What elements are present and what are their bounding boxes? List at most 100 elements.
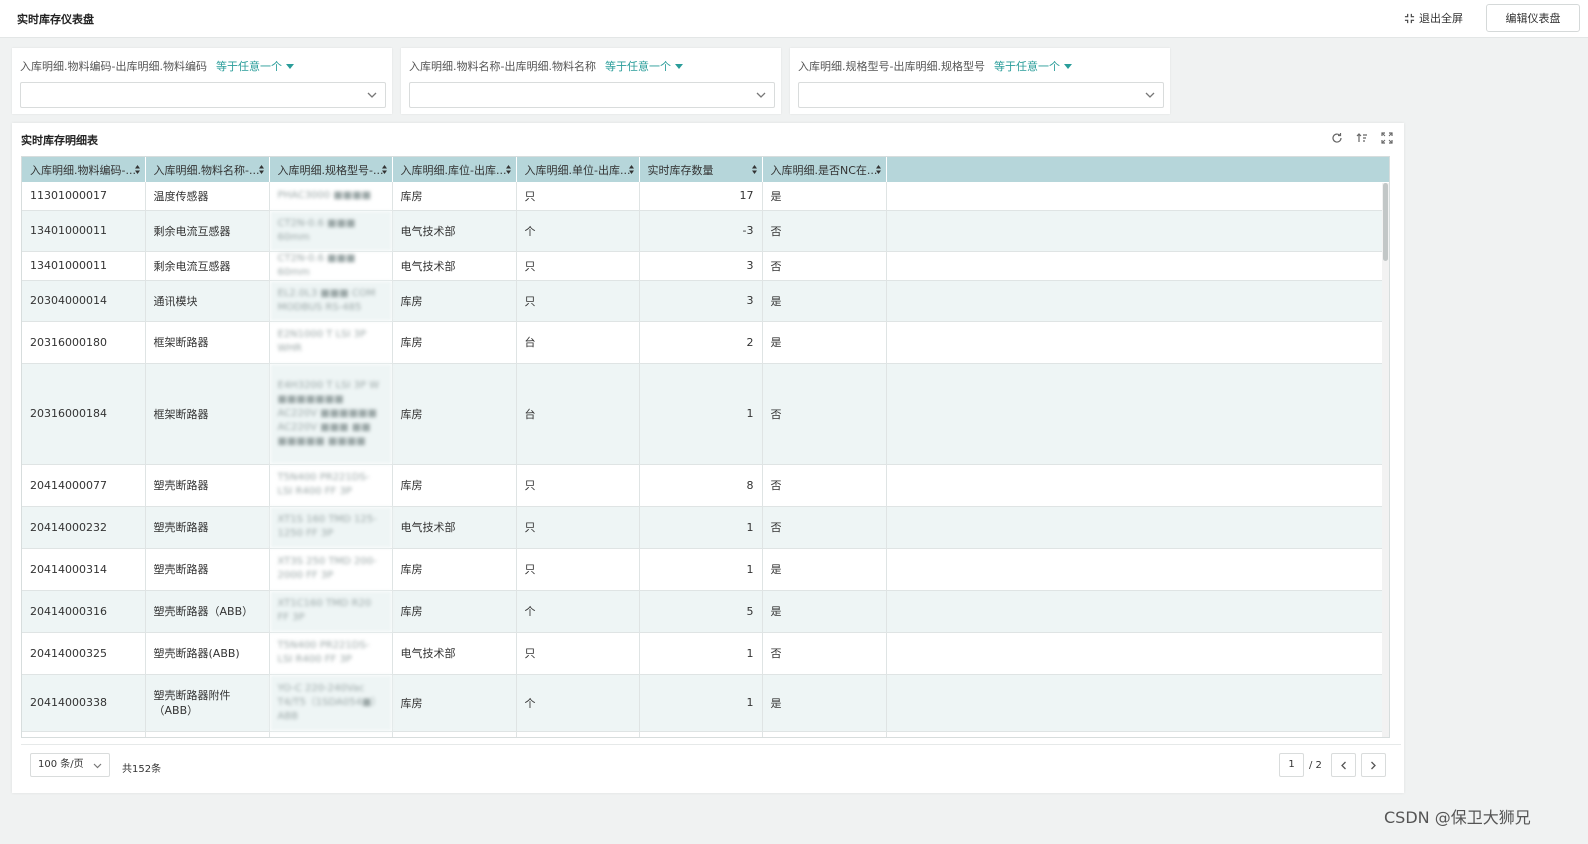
cell-quantity: 8 bbox=[639, 464, 763, 507]
cell-nc: 是 bbox=[762, 182, 887, 211]
sort-icon bbox=[381, 165, 387, 174]
cell-code: 20414000077 bbox=[22, 464, 146, 507]
column-header-unit[interactable]: 入库明细.单位-出库... bbox=[516, 157, 640, 182]
cell-nc: 否 bbox=[762, 506, 887, 549]
cell-code bbox=[22, 731, 146, 737]
table-row[interactable]: 11301000017 温度传感器 PHAC3000 ■■■■ 库房 只 17 … bbox=[22, 182, 1389, 211]
cell-nc: 是 bbox=[762, 548, 887, 591]
refresh-icon[interactable] bbox=[1331, 132, 1343, 144]
cell-location: 库房 bbox=[392, 548, 517, 591]
cell-spec: E4H3200 T LSI 3P W ■■■■■■■ AC220V ■■■■■■… bbox=[269, 363, 393, 465]
filter-select-spec-model[interactable] bbox=[798, 82, 1164, 108]
page-size-select[interactable]: 100 条/页 bbox=[30, 753, 110, 777]
cell-unit: 只 bbox=[516, 464, 640, 507]
cell-spec: EL2.0L3 ■■■ COM MODBUS RS-485 bbox=[269, 280, 393, 322]
filter-select-material-code[interactable] bbox=[20, 82, 386, 108]
total-count: 共152条 bbox=[122, 764, 162, 775]
prev-page-button[interactable] bbox=[1331, 753, 1356, 777]
cell-name: 框架断路器 bbox=[145, 321, 270, 364]
filter-operator-dropdown[interactable]: 等于任意一个 bbox=[994, 60, 1072, 73]
next-page-button[interactable] bbox=[1361, 753, 1386, 777]
cell-code: 13401000011 bbox=[22, 251, 146, 281]
cell-quantity: 17 bbox=[639, 182, 763, 211]
table-row[interactable]: 20414000314 塑壳断路器 XT3S 250 TMD 200-2000 … bbox=[22, 548, 1389, 591]
column-header-quantity[interactable]: 实时库存数量 bbox=[639, 157, 763, 182]
cell-location: 库房 bbox=[392, 590, 517, 633]
column-header-material-code[interactable]: 入库明细.物料编码-... bbox=[22, 157, 146, 182]
column-header-spec-model[interactable]: 入库明细.规格型号-... bbox=[269, 157, 393, 182]
cell-name: 塑壳断路器附件（ABB） bbox=[145, 674, 270, 732]
cell-location: 库房 bbox=[392, 674, 517, 732]
table-row[interactable]: 13401000011 剩余电流互感器 CT2N-0.6 ■■■ 60mm 电气… bbox=[22, 210, 1389, 252]
filter-select-material-name[interactable] bbox=[409, 82, 775, 108]
caret-down-icon bbox=[1063, 64, 1072, 69]
cell-unit: 台 bbox=[516, 321, 640, 364]
table-row[interactable]: 20414000077 塑壳断路器 T5N400 PR221DS-LSI R40… bbox=[22, 464, 1389, 507]
table-row[interactable]: 20304000014 通讯模块 EL2.0L3 ■■■ COM MODBUS … bbox=[22, 280, 1389, 322]
filter-operator-dropdown[interactable]: 等于任意一个 bbox=[605, 60, 683, 73]
table-row[interactable] bbox=[22, 731, 1389, 737]
cell-name: 剩余电流互感器 bbox=[145, 251, 270, 281]
sort-icon bbox=[751, 165, 757, 174]
cell-code: 20414000314 bbox=[22, 548, 146, 591]
caret-down-icon bbox=[285, 64, 294, 69]
fullscreen-icon[interactable] bbox=[1381, 132, 1393, 144]
edit-dashboard-button[interactable]: 编辑仪表盘 bbox=[1486, 4, 1580, 32]
cell-quantity bbox=[639, 731, 763, 737]
exit-fullscreen-button[interactable]: 退出全屏 bbox=[1404, 9, 1463, 27]
table-row[interactable]: 20414000325 塑壳断路器(ABB) T5N400 PR221DS-LS… bbox=[22, 632, 1389, 675]
column-header-material-name[interactable]: 入库明细.物料名称-... bbox=[145, 157, 270, 182]
cell-filler bbox=[886, 280, 1389, 322]
cell-spec: XT1C160 TMD R20 FF 3P bbox=[269, 590, 393, 633]
table-row[interactable]: 20414000316 塑壳断路器（ABB） XT1C160 TMD R20 F… bbox=[22, 590, 1389, 633]
cell-filler bbox=[886, 363, 1389, 465]
cell-unit: 只 bbox=[516, 280, 640, 322]
cell-spec: PHAC3000 ■■■■ bbox=[269, 182, 393, 211]
table-row[interactable]: 20414000338 塑壳断路器附件（ABB） YO-C 220-240Vac… bbox=[22, 674, 1389, 732]
cell-code: 20316000180 bbox=[22, 321, 146, 364]
vertical-scrollbar[interactable] bbox=[1382, 183, 1389, 737]
cell-quantity: 3 bbox=[639, 251, 763, 281]
filter-operator-dropdown[interactable]: 等于任意一个 bbox=[216, 60, 294, 73]
chevron-down-icon bbox=[1145, 92, 1155, 98]
table-title: 实时库存明细表 bbox=[21, 134, 98, 147]
cell-spec: XT3S 250 TMD 200-2000 FF 3P bbox=[269, 548, 393, 591]
cell-name: 温度传感器 bbox=[145, 182, 270, 211]
table-row[interactable]: 20316000180 框架断路器 E2N1000 T LSI 3P WHR 库… bbox=[22, 321, 1389, 364]
data-grid: 入库明细.物料编码-... 入库明细.物料名称-... 入库明细.规格型号-..… bbox=[21, 156, 1390, 738]
cell-name bbox=[145, 731, 270, 737]
cell-filler bbox=[886, 632, 1389, 675]
cell-spec: YO-C 220-240Vac T4/T5（1SDA054■）ABB bbox=[269, 674, 393, 732]
inventory-table-card: 实时库存明细表 入库明细.物料编码-... 入库明细.物料名称-... 入库明细… bbox=[12, 123, 1404, 793]
cell-unit: 只 bbox=[516, 182, 640, 211]
filter-card-material-name: 入库明细.物料名称-出库明细.物料名称 等于任意一个 bbox=[401, 48, 781, 114]
cell-spec: T5N400 PR221DS-LSI R400 FF 3P bbox=[269, 632, 393, 675]
sort-settings-icon[interactable] bbox=[1356, 132, 1368, 144]
cell-name: 塑壳断路器 bbox=[145, 464, 270, 507]
cell-filler bbox=[886, 731, 1389, 737]
table-row[interactable]: 13401000011 剩余电流互感器 CT2N-0.6 ■■■ 60mm 电气… bbox=[22, 251, 1389, 281]
filter-label: 入库明细.物料名称-出库明细.物料名称 bbox=[409, 60, 596, 73]
footer-divider bbox=[21, 744, 1401, 745]
column-header-nc[interactable]: 入库明细.是否NC在... bbox=[762, 157, 887, 182]
cell-code: 20414000232 bbox=[22, 506, 146, 549]
column-header-location[interactable]: 入库明细.库位-出库... bbox=[392, 157, 517, 182]
cell-quantity: 3 bbox=[639, 280, 763, 322]
table-row[interactable]: 20414000232 塑壳断路器 XT1S 160 TMD 125-1250 … bbox=[22, 506, 1389, 549]
cell-filler bbox=[886, 182, 1389, 211]
cell-code: 11301000017 bbox=[22, 182, 146, 211]
cell-quantity: 1 bbox=[639, 363, 763, 465]
cell-nc: 否 bbox=[762, 363, 887, 465]
page-number-input[interactable]: 1 bbox=[1279, 753, 1304, 777]
cell-location bbox=[392, 731, 517, 737]
cell-filler bbox=[886, 548, 1389, 591]
dashboard-title: 实时库存仪表盘 bbox=[17, 13, 94, 26]
cell-location: 电气技术部 bbox=[392, 210, 517, 252]
scrollbar-thumb[interactable] bbox=[1383, 183, 1388, 261]
cell-spec: XT1S 160 TMD 125-1250 FF 3P bbox=[269, 506, 393, 549]
cell-quantity: 1 bbox=[639, 548, 763, 591]
cell-filler bbox=[886, 590, 1389, 633]
cell-nc: 是 bbox=[762, 280, 887, 322]
table-row[interactable]: 20316000184 框架断路器 E4H3200 T LSI 3P W ■■■… bbox=[22, 363, 1389, 465]
top-bar: 实时库存仪表盘 退出全屏 编辑仪表盘 bbox=[0, 0, 1588, 38]
